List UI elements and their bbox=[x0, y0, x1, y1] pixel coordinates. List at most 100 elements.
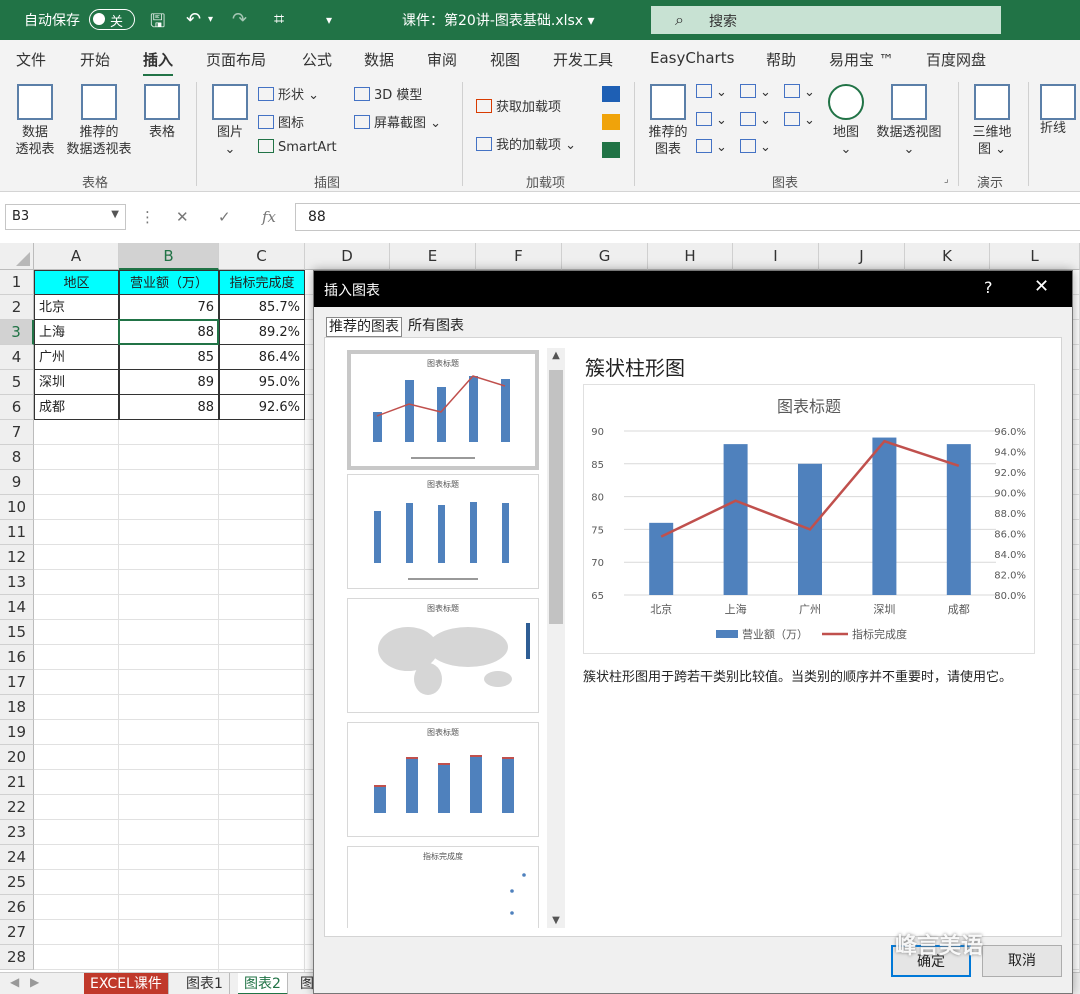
dialog-launcher-icon[interactable]: ⌟ bbox=[944, 174, 949, 185]
map3d-button[interactable]: 三维地 图 ⌄ bbox=[966, 84, 1018, 158]
ribbon-tab[interactable]: 页面布局 bbox=[206, 49, 266, 70]
column-header[interactable]: L bbox=[990, 243, 1080, 270]
screenshot-button[interactable]: 屏幕截图 ⌄ bbox=[354, 112, 441, 131]
pivot-chart-button[interactable]: 数据透视图 ⌄ bbox=[872, 84, 946, 158]
undo-icon[interactable]: ↶ bbox=[186, 9, 201, 30]
thumbnail-combo-chart[interactable]: 图表标题 bbox=[347, 350, 539, 470]
row-header[interactable]: 21 bbox=[0, 770, 34, 795]
visio-icon[interactable] bbox=[602, 86, 620, 102]
ribbon-tab[interactable]: 易用宝 ™ bbox=[829, 49, 894, 70]
my-addins-button[interactable]: 我的加载项 ⌄ bbox=[476, 134, 576, 153]
formula-input[interactable]: 88 bbox=[295, 203, 1080, 231]
help-icon[interactable]: ? bbox=[984, 278, 993, 297]
column-header[interactable]: H bbox=[648, 243, 733, 270]
redo-icon[interactable]: ↷ bbox=[232, 9, 247, 30]
people-graph-icon[interactable] bbox=[602, 142, 620, 158]
row-header[interactable]: 8 bbox=[0, 445, 34, 470]
scroll-tabs-left-icon[interactable]: ◀ bbox=[10, 975, 19, 989]
row-header[interactable]: 15 bbox=[0, 620, 34, 645]
table-header-cell[interactable]: 指标完成度 bbox=[219, 270, 305, 295]
close-icon[interactable]: ✕ bbox=[1034, 276, 1049, 297]
row-header[interactable]: 11 bbox=[0, 520, 34, 545]
ribbon-tab[interactable]: 公式 bbox=[302, 49, 332, 70]
map-button[interactable]: 地图 ⌄ bbox=[826, 84, 866, 158]
row-header[interactable]: 10 bbox=[0, 495, 34, 520]
row-header[interactable]: 17 bbox=[0, 670, 34, 695]
scroll-tabs-right-icon[interactable]: ▶ bbox=[30, 975, 39, 989]
scroll-thumb[interactable] bbox=[549, 370, 563, 624]
select-all-corner[interactable] bbox=[0, 243, 34, 270]
cancel-icon[interactable]: ✕ bbox=[176, 208, 189, 226]
ribbon-tab[interactable]: 数据 bbox=[364, 49, 394, 70]
table-cell[interactable]: 85 bbox=[119, 345, 219, 370]
row-header[interactable]: 9 bbox=[0, 470, 34, 495]
row-header[interactable]: 4 bbox=[0, 345, 34, 370]
row-header[interactable]: 13 bbox=[0, 570, 34, 595]
scatter-chart-button[interactable]: ⌄ bbox=[740, 139, 771, 155]
column-header[interactable]: C bbox=[219, 243, 305, 270]
row-header[interactable]: 27 bbox=[0, 920, 34, 945]
sheet-tab[interactable]: 图表1 bbox=[180, 973, 230, 994]
row-header[interactable]: 3 bbox=[0, 320, 34, 345]
table-cell[interactable]: 85.7% bbox=[219, 295, 305, 320]
table-cell[interactable]: 95.0% bbox=[219, 370, 305, 395]
table-cell[interactable]: 88 bbox=[119, 395, 219, 420]
row-header[interactable]: 19 bbox=[0, 720, 34, 745]
table-cell[interactable]: 89.2% bbox=[219, 320, 305, 345]
table-header-cell[interactable]: 营业额（万） bbox=[119, 270, 219, 295]
statistic-chart-button[interactable]: ⌄ bbox=[740, 112, 771, 128]
line-chart-button[interactable]: ⌄ bbox=[696, 112, 727, 128]
row-header[interactable]: 22 bbox=[0, 795, 34, 820]
hierarchy-chart-button[interactable]: ⌄ bbox=[740, 84, 771, 100]
window-title[interactable]: 课件：第20讲-图表基础.xlsx ▾ bbox=[402, 10, 595, 30]
thumbnail-map-chart[interactable]: 图表标题 bbox=[347, 598, 539, 713]
column-header[interactable]: J bbox=[819, 243, 905, 270]
ribbon-tab[interactable]: 帮助 bbox=[766, 49, 796, 70]
ribbon-tab[interactable]: 视图 bbox=[490, 49, 520, 70]
recommended-charts-button[interactable]: 推荐的 图表 bbox=[644, 84, 692, 158]
tab-recommended-charts[interactable]: 推荐的图表 bbox=[326, 317, 402, 337]
undo-dropdown-icon[interactable]: ▾ bbox=[208, 14, 213, 25]
ribbon-tab[interactable]: EasyCharts bbox=[650, 49, 734, 67]
icons-button[interactable]: 图标 bbox=[258, 112, 304, 131]
sheet-tab[interactable]: EXCEL课件 bbox=[84, 973, 169, 994]
search-box[interactable]: ⌕ 搜索 bbox=[651, 6, 1001, 34]
table-cell[interactable]: 广州 bbox=[34, 345, 119, 370]
thumbnail-scrollbar[interactable]: ▲ ▼ bbox=[547, 348, 565, 928]
table-header-cell[interactable]: 地区 bbox=[34, 270, 119, 295]
autosave-toggle[interactable]: 关 bbox=[89, 9, 135, 30]
table-button[interactable]: 表格 bbox=[140, 84, 184, 141]
table-cell[interactable]: 86.4% bbox=[219, 345, 305, 370]
column-header[interactable]: D bbox=[305, 243, 390, 270]
ribbon-tab[interactable]: 百度网盘 bbox=[926, 49, 986, 70]
get-addins-button[interactable]: 获取加载项 bbox=[476, 96, 561, 115]
sparkline-line-button[interactable]: 折线 bbox=[1040, 84, 1080, 137]
column-header[interactable]: A bbox=[34, 243, 119, 270]
combo-chart-button[interactable]: ⌄ bbox=[784, 112, 815, 128]
picture-button[interactable]: 图片 ⌄ bbox=[208, 84, 252, 158]
row-header[interactable]: 16 bbox=[0, 645, 34, 670]
column-chart-button[interactable]: ⌄ bbox=[696, 84, 727, 100]
row-header[interactable]: 20 bbox=[0, 745, 34, 770]
recommended-pivot-button[interactable]: 推荐的 数据透视表 bbox=[62, 84, 136, 158]
scroll-down-icon[interactable]: ▼ bbox=[547, 915, 565, 926]
tab-all-charts[interactable]: 所有图表 bbox=[406, 317, 466, 337]
table-cell[interactable]: 成都 bbox=[34, 395, 119, 420]
table-cell[interactable]: 76 bbox=[119, 295, 219, 320]
ribbon-tab[interactable]: 插入 bbox=[143, 49, 174, 77]
row-header[interactable]: 26 bbox=[0, 895, 34, 920]
ribbon-tab[interactable]: 开始 bbox=[80, 49, 110, 70]
row-header[interactable]: 28 bbox=[0, 945, 34, 970]
shapes-button[interactable]: 形状 ⌄ bbox=[258, 84, 319, 103]
row-header[interactable]: 18 bbox=[0, 695, 34, 720]
row-header[interactable]: 12 bbox=[0, 545, 34, 570]
table-cell[interactable]: 92.6% bbox=[219, 395, 305, 420]
ribbon-tab[interactable]: 开发工具 bbox=[553, 49, 613, 70]
insert-function-icon[interactable]: fx bbox=[262, 208, 276, 226]
row-header[interactable]: 24 bbox=[0, 845, 34, 870]
column-header[interactable]: F bbox=[476, 243, 562, 270]
column-header[interactable]: E bbox=[390, 243, 476, 270]
pivot-table-button[interactable]: 数据 透视表 bbox=[10, 84, 60, 158]
scroll-up-icon[interactable]: ▲ bbox=[547, 350, 565, 361]
model3d-button[interactable]: 3D 模型 bbox=[354, 84, 422, 103]
